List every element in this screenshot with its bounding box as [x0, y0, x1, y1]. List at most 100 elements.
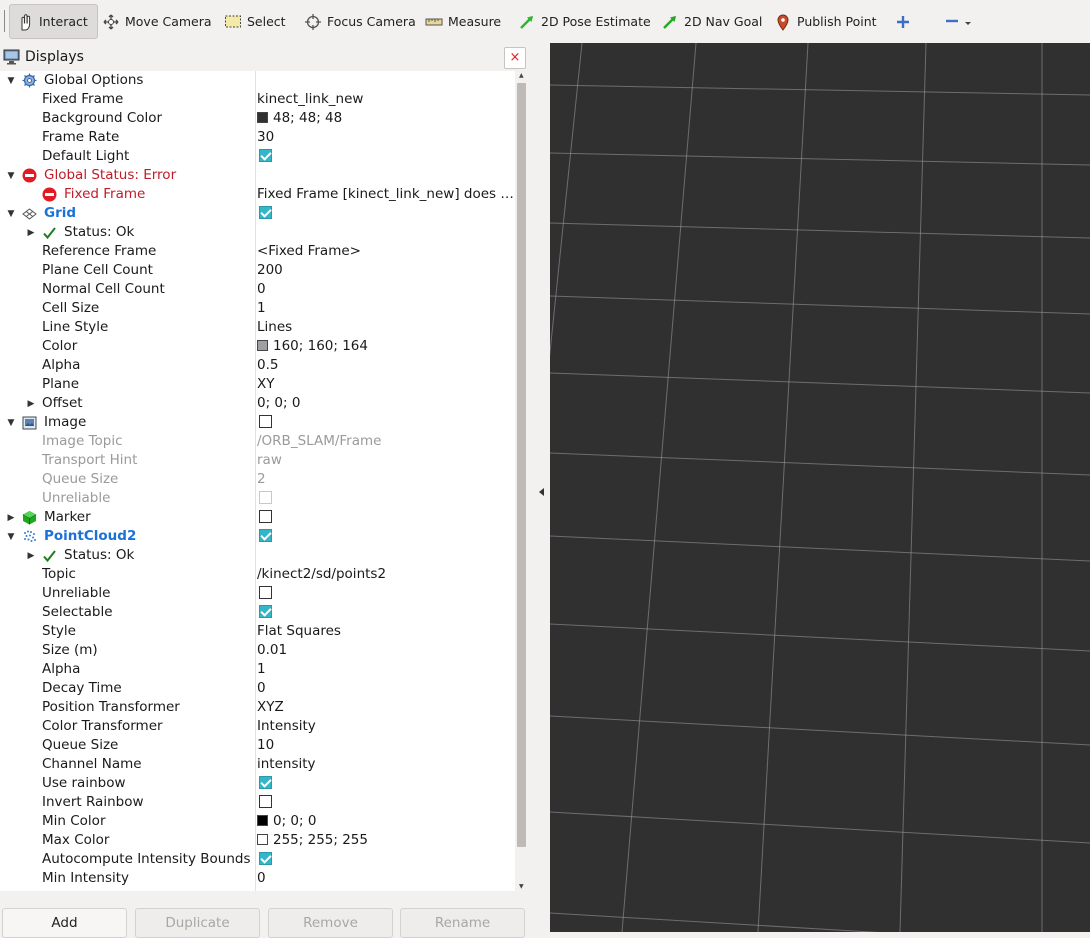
close-panel-button[interactable]: ×: [504, 47, 526, 69]
property-value[interactable]: Fixed Frame [kinect_link_new] does not e…: [257, 186, 515, 202]
scroll-down-arrow-icon[interactable]: ▼: [519, 883, 524, 890]
property-checkbox[interactable]: [259, 852, 272, 865]
property-value[interactable]: 10: [257, 737, 515, 753]
tree-row-topic[interactable]: Topic/kinect2/sd/points2: [0, 565, 515, 584]
color-value[interactable]: 255; 255; 255: [257, 832, 515, 848]
tree-row-reference-frame[interactable]: Reference Frame <Fixed Frame>: [0, 242, 515, 261]
tree-row-line-style[interactable]: Line Style Lines: [0, 318, 515, 337]
color-value[interactable]: 48; 48; 48: [257, 110, 515, 126]
tree-vertical-scrollbar[interactable]: ▲ ▼: [515, 71, 529, 891]
tree-row-decay-time[interactable]: Decay Time 0: [0, 679, 515, 698]
property-checkbox[interactable]: [259, 415, 272, 428]
tree-row-plane-cell-count[interactable]: Plane Cell Count 200: [0, 261, 515, 280]
tree-row-use-rainbow[interactable]: Use rainbow: [0, 774, 515, 793]
property-checkbox[interactable]: [259, 149, 272, 162]
tree-row-offset[interactable]: ▶ Offset 0; 0; 0: [0, 394, 515, 413]
property-checkbox[interactable]: [259, 795, 272, 808]
collapsed-arrow-icon[interactable]: ▶: [24, 546, 38, 565]
property-value[interactable]: 30: [257, 129, 515, 145]
scroll-up-arrow-icon[interactable]: ▲: [519, 72, 524, 79]
tree-row-min-color[interactable]: Min Color 0; 0; 0: [0, 812, 515, 831]
property-value[interactable]: 0: [257, 870, 515, 886]
property-checkbox[interactable]: [259, 206, 272, 219]
tree-row-plane[interactable]: Plane XY: [0, 375, 515, 394]
property-value[interactable]: Lines: [257, 319, 515, 335]
displays-tree[interactable]: ▼ Global Options Fixed Frame kinect_link_ne…: [0, 71, 515, 891]
tool-2d-nav-goal-button[interactable]: 2D Nav Goal: [655, 4, 768, 39]
property-value[interactable]: 200: [257, 262, 515, 278]
tree-row-unreliable[interactable]: Unreliable: [0, 489, 515, 508]
tree-row-queue-size[interactable]: Queue Size 10: [0, 736, 515, 755]
tree-row-transport-hint[interactable]: Transport Hint raw: [0, 451, 515, 470]
remove-button[interactable]: Remove: [268, 908, 393, 938]
property-value[interactable]: 4096: [257, 889, 515, 891]
tree-row-global-status-error[interactable]: ▼ Global Status: Error: [0, 166, 515, 185]
tree-row-unreliable[interactable]: Unreliable: [0, 584, 515, 603]
property-value[interactable]: XYZ: [257, 699, 515, 715]
duplicate-button[interactable]: Duplicate: [135, 908, 260, 938]
tree-row-image-topic[interactable]: Image Topic/ORB_SLAM/Frame: [0, 432, 515, 451]
color-value[interactable]: 160; 160; 164: [257, 338, 515, 354]
collapse-arrow-icon[interactable]: [539, 488, 544, 496]
tree-row-color-transformer[interactable]: Color Transformer Intensity: [0, 717, 515, 736]
tree-row-background-color[interactable]: Background Color 48; 48; 48: [0, 109, 515, 128]
scrollbar-thumb[interactable]: [517, 83, 526, 847]
tree-row-cell-size[interactable]: Cell Size 1: [0, 299, 515, 318]
tree-row-min-intensity[interactable]: Min Intensity 0: [0, 869, 515, 888]
tree-row-frame-rate[interactable]: Frame Rate 30: [0, 128, 515, 147]
tree-row-queue-size[interactable]: Queue Size 2: [0, 470, 515, 489]
color-value[interactable]: 0; 0; 0: [257, 813, 515, 829]
tree-row-channel-name[interactable]: Channel Name intensity: [0, 755, 515, 774]
tree-row-status-ok[interactable]: ▶ Status: Ok: [0, 223, 515, 242]
property-value[interactable]: 0; 0; 0: [257, 395, 515, 411]
expanded-arrow-icon[interactable]: ▼: [4, 413, 18, 432]
tool-publish-point-button[interactable]: Publish Point: [768, 4, 883, 39]
tree-row-max-color[interactable]: Max Color 255; 255; 255: [0, 831, 515, 850]
tree-row-image[interactable]: ▼ Image: [0, 413, 515, 432]
property-value[interactable]: Intensity: [257, 718, 515, 734]
property-value[interactable]: 0.01: [257, 642, 515, 658]
property-checkbox[interactable]: [259, 491, 272, 504]
collapsed-arrow-icon[interactable]: ▶: [24, 394, 38, 413]
tree-row-default-light[interactable]: Default Light: [0, 147, 515, 166]
add-tool-button[interactable]: [888, 4, 918, 39]
property-value[interactable]: intensity: [257, 756, 515, 772]
tree-row-max-intensity[interactable]: Max Intensity 4096: [0, 888, 515, 891]
tool-select-button[interactable]: Select: [218, 4, 292, 39]
tree-row-invert-rainbow[interactable]: Invert Rainbow: [0, 793, 515, 812]
expanded-arrow-icon[interactable]: ▼: [4, 166, 18, 185]
tree-row-status-ok[interactable]: ▶ Status: Ok: [0, 546, 515, 565]
property-value[interactable]: XY: [257, 376, 515, 392]
property-value[interactable]: kinect_link_new: [257, 91, 515, 107]
tree-row-fixed-frame[interactable]: Fixed Frame kinect_link_new: [0, 90, 515, 109]
render-viewport[interactable]: [550, 43, 1090, 932]
tree-row-size-m[interactable]: Size (m) 0.01: [0, 641, 515, 660]
expanded-arrow-icon[interactable]: ▼: [4, 204, 18, 223]
expanded-arrow-icon[interactable]: ▼: [4, 527, 18, 546]
add-button[interactable]: Add: [2, 908, 127, 938]
property-checkbox[interactable]: [259, 776, 272, 789]
property-value[interactable]: /ORB_SLAM/Frame: [257, 433, 515, 449]
property-value[interactable]: 1: [257, 661, 515, 677]
tree-row-position-transformer[interactable]: Position Transformer XYZ: [0, 698, 515, 717]
property-value[interactable]: raw: [257, 452, 515, 468]
tree-row-marker[interactable]: ▶ Marker: [0, 508, 515, 527]
property-value[interactable]: 1: [257, 300, 515, 316]
property-checkbox[interactable]: [259, 586, 272, 599]
tree-row-autocompute-intensity-bounds[interactable]: Autocompute Intensity Bounds: [0, 850, 515, 869]
tree-row-normal-cell-count[interactable]: Normal Cell Count 0: [0, 280, 515, 299]
remove-tool-button[interactable]: [938, 4, 982, 39]
property-checkbox[interactable]: [259, 605, 272, 618]
collapsed-arrow-icon[interactable]: ▶: [24, 223, 38, 242]
tree-row-alpha[interactable]: Alpha 0.5: [0, 356, 515, 375]
tree-row-selectable[interactable]: Selectable: [0, 603, 515, 622]
tool-focus-camera-button[interactable]: Focus Camera: [298, 4, 422, 39]
tree-row-global-options[interactable]: ▼ Global Options: [0, 71, 515, 90]
rename-button[interactable]: Rename: [400, 908, 525, 938]
property-value[interactable]: <Fixed Frame>: [257, 243, 515, 259]
property-value[interactable]: /kinect2/sd/points2: [257, 566, 515, 582]
property-value[interactable]: 0: [257, 281, 515, 297]
property-value[interactable]: 0.5: [257, 357, 515, 373]
tree-row-color[interactable]: Color 160; 160; 164: [0, 337, 515, 356]
tree-row-fixed-frame[interactable]: Fixed Frame Fixed Frame [kinect_link_new]…: [0, 185, 515, 204]
